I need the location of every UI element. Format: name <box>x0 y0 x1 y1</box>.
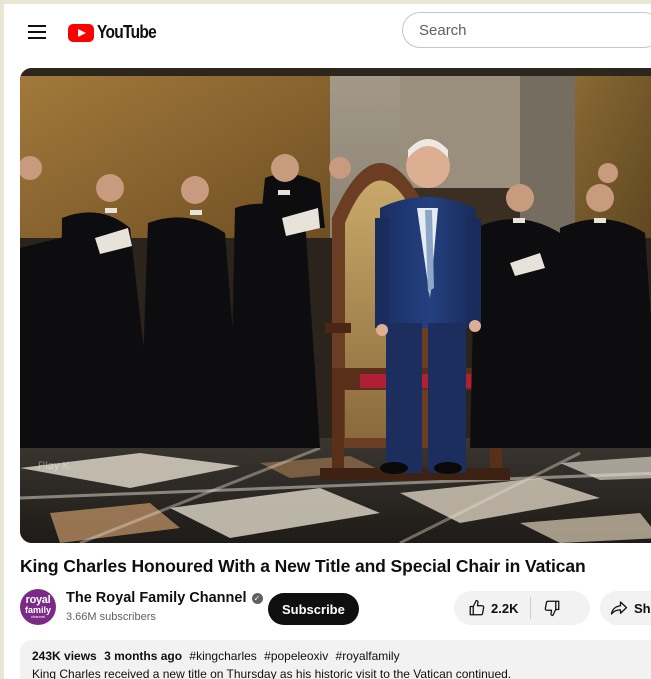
video-title: King Charles Honoured With a New Title a… <box>20 556 586 576</box>
share-label: Share <box>634 600 651 616</box>
hashtag-link[interactable]: #royalfamily <box>336 649 400 663</box>
video-player[interactable]: Play K <box>20 68 651 543</box>
masthead: YouTube <box>4 4 651 60</box>
youtube-watch-page: YouTube Search Play K King Charles Honou… <box>4 4 651 679</box>
player-watermark: Play K <box>38 460 70 472</box>
channel-row: royal family channel The Royal Family Ch… <box>20 586 651 628</box>
thumbs-down-icon <box>545 600 560 617</box>
dislike-button[interactable] <box>531 591 561 625</box>
hamburger-menu-icon[interactable] <box>26 20 50 44</box>
subscribe-button[interactable]: Subscribe <box>268 593 359 625</box>
video-frame <box>20 68 651 543</box>
description-meta: 243K views 3 months ago #kingcharles #po… <box>32 649 400 663</box>
description-text: King Charles received a new title on Thu… <box>32 667 512 679</box>
share-button[interactable]: Share <box>600 591 651 625</box>
subscriber-count: 3.66M subscribers <box>66 611 156 623</box>
upload-age: 3 months ago <box>104 649 183 663</box>
view-count: 243K views <box>32 649 97 663</box>
avatar-text-1: royal <box>25 594 51 606</box>
share-arrow-icon <box>610 601 628 615</box>
like-button[interactable]: 2.2K <box>454 591 530 625</box>
thumbs-up-icon <box>469 599 485 616</box>
verified-check-icon: ✓ <box>251 593 263 604</box>
youtube-logo[interactable]: YouTube <box>68 22 166 43</box>
hashtag-link[interactable]: #kingcharles <box>189 649 256 663</box>
avatar-text-3: channel <box>30 614 45 619</box>
search-input[interactable] <box>402 12 651 48</box>
channel-name[interactable]: The Royal Family Channel ✓ <box>66 590 263 606</box>
youtube-play-icon <box>68 23 94 42</box>
description-box[interactable]: 243K views 3 months ago #kingcharles #po… <box>20 640 651 679</box>
like-dislike-group: 2.2K <box>454 591 590 625</box>
like-count: 2.2K <box>491 600 519 616</box>
channel-avatar[interactable]: royal family channel <box>20 589 56 625</box>
logo-wordmark: YouTube <box>97 22 157 42</box>
channel-name-text: The Royal Family Channel <box>66 590 247 606</box>
hashtag-link[interactable]: #popeleoxiv <box>264 649 328 663</box>
